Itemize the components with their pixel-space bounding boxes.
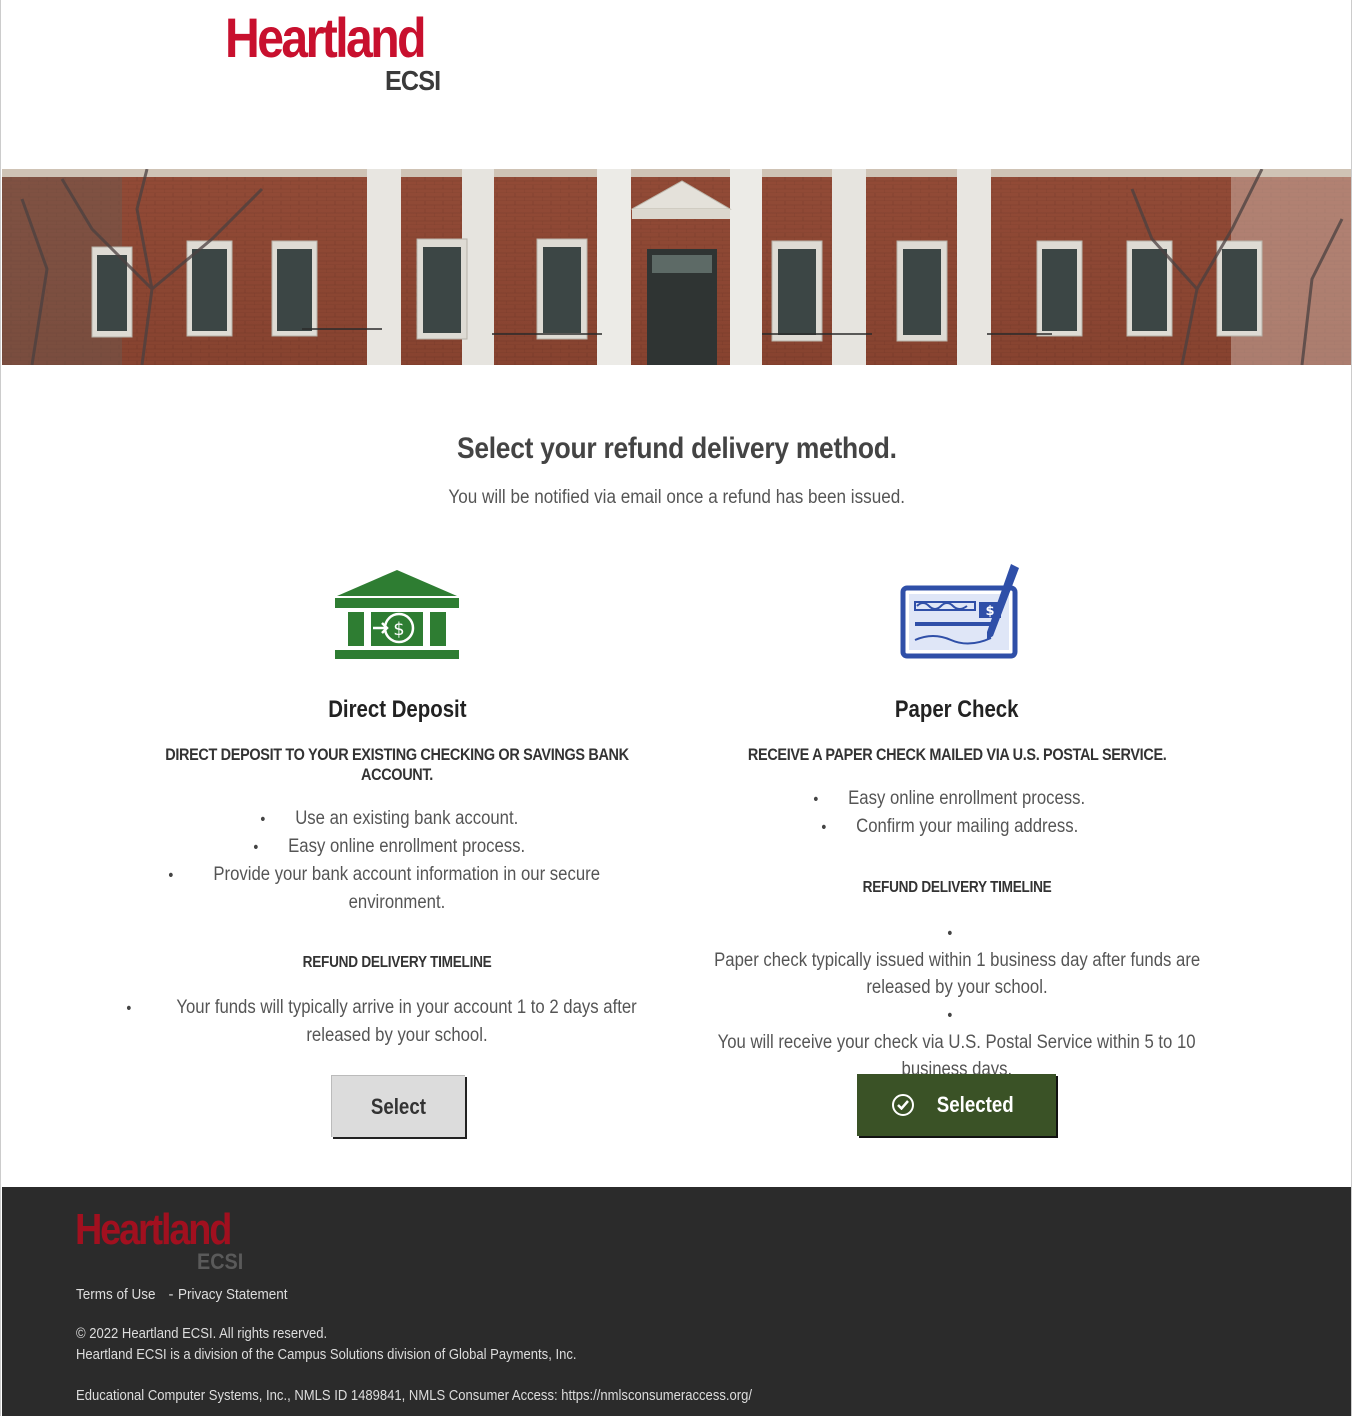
paper-check-features: • Easy online enrollment process. • Confir… (677, 785, 1237, 841)
privacy-statement-link[interactable]: Privacy Statement (178, 1286, 300, 1303)
footer-copyright: © 2022 Heartland ECSI. All rights reserv… (76, 1326, 328, 1342)
page-subtitle: You will be notified via email once a re… (448, 487, 906, 508)
paper-check-description: RECEIVE A PAPER CHECK MAILED VIA U.S. PO… (747, 745, 1167, 764)
paper-check-selected-button[interactable]: Selected (857, 1074, 1056, 1136)
direct-deposit-select-button[interactable]: Select (331, 1075, 465, 1137)
paper-check-title: Paper Check (895, 696, 1019, 723)
direct-deposit-option: $ Direct Deposit DIRECT DEPOSIT TO YOUR … (117, 560, 677, 1049)
footer: Heartland ECSI Terms of Use - Privacy St… (2, 1187, 1351, 1416)
selected-button-label: Selected (937, 1092, 1014, 1117)
heartland-ecsi-logo[interactable]: Heartland ECSI (225, 8, 445, 98)
list-item: • Use an existing bank account. (260, 808, 519, 829)
footer-division: Heartland ECSI is a division of the Camp… (76, 1347, 577, 1363)
campus-building-banner (2, 169, 1351, 365)
list-item: • Confirm your mailing address. (821, 816, 1078, 837)
direct-deposit-description: DIRECT DEPOSIT TO YOUR EXISTING CHECKING… (165, 745, 629, 784)
footer-logo-brand-text: Heartland (75, 1205, 232, 1254)
terms-of-use-link[interactable]: Terms of Use (76, 1286, 164, 1303)
footer-link-separator: - (168, 1286, 174, 1303)
select-button-label: Select (370, 1093, 427, 1119)
paper-check-timeline-title: REFUND DELIVERY TIMELINE (862, 879, 1052, 896)
direct-deposit-title: Direct Deposit (327, 696, 467, 723)
direct-deposit-features: • Use an existing bank account. • Easy onl… (117, 805, 677, 916)
check-icon: $ (900, 564, 1019, 659)
paper-check-option: $ Paper Check RECEIVE A PAPER CHECK MAIL… (677, 560, 1237, 1083)
list-item: •Paper check typically issued within 1 b… (713, 925, 1201, 998)
list-item: • Provide your bank account information i… (167, 864, 601, 913)
footer-links: Terms of Use - Privacy Statement (76, 1286, 299, 1303)
footer-logo-sub-text: ECSI (197, 1249, 244, 1274)
paper-check-timeline: •Paper check typically issued within 1 b… (677, 919, 1237, 1083)
footer-nmls: Educational Computer Systems, Inc., NMLS… (76, 1388, 752, 1404)
list-item: •You will receive your check via U.S. Po… (717, 1007, 1196, 1080)
direct-deposit-timeline-title: REFUND DELIVERY TIMELINE (302, 954, 492, 971)
checkmark-circle-icon (892, 1094, 915, 1116)
svg-text:$: $ (393, 619, 404, 640)
logo-brand-text: Heartland (225, 6, 426, 69)
bank-icon: $ (335, 570, 459, 659)
list-item: • Easy online enrollment process. (252, 836, 526, 857)
footer-logo: Heartland ECSI (75, 1205, 245, 1274)
list-item: • Your funds will typically arrive in you… (125, 997, 637, 1046)
direct-deposit-timeline: • Your funds will typically arrive in you… (117, 994, 677, 1049)
page-title: Select your refund delivery method. (457, 432, 897, 465)
list-item: • Easy online enrollment process. (812, 788, 1086, 809)
page: Heartland ECSI Select your refund delive… (0, 0, 1352, 1416)
logo-sub-text: ECSI (385, 65, 441, 96)
